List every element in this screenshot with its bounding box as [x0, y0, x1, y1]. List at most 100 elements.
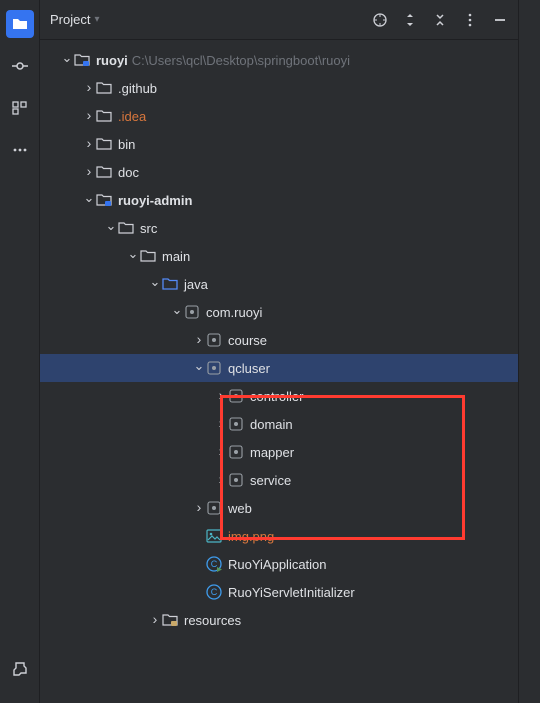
chevron-right-icon[interactable]: › [82, 163, 96, 179]
expand-all-icon[interactable] [402, 12, 418, 28]
package-service[interactable]: › service [40, 466, 518, 494]
panel-title[interactable]: Project ▾ [50, 12, 100, 27]
tree-item-label: java [184, 277, 208, 292]
build-tool-icon[interactable] [6, 655, 34, 683]
project-root[interactable]: ⌄ ruoyi C:\Users\qcl\Desktop\springboot\r… [40, 46, 518, 74]
tree-item-label: mapper [250, 445, 294, 460]
folder-idea[interactable]: › .idea [40, 102, 518, 130]
chevron-right-icon[interactable]: › [82, 79, 96, 95]
tree-item-label: ruoyi [96, 53, 128, 68]
chevron-right-icon[interactable]: › [192, 499, 206, 515]
hide-panel-icon[interactable] [492, 12, 508, 28]
folder-root-icon [74, 52, 90, 68]
class-run-icon [206, 556, 222, 572]
class-icon [206, 584, 222, 600]
project-panel: Project ▾ ⌄ ruoyi C:\Users\qcl\Desktop\sp… [40, 0, 518, 703]
image-icon [206, 528, 222, 544]
commit-tool-icon[interactable] [6, 52, 34, 80]
folder-resources[interactable]: › resources [40, 606, 518, 634]
package-web[interactable]: › web [40, 494, 518, 522]
tree-item-label: .idea [118, 109, 146, 124]
tree-item-label: RuoYiApplication [228, 557, 327, 572]
folder-bin[interactable]: › bin [40, 130, 518, 158]
chevron-right-icon[interactable]: › [82, 135, 96, 151]
package-mapper[interactable]: › mapper [40, 438, 518, 466]
chevron-right-icon[interactable]: › [214, 471, 228, 487]
chevron-right-icon[interactable]: › [214, 415, 228, 431]
package-icon [206, 500, 222, 516]
chevron-right-icon[interactable]: › [82, 107, 96, 123]
tree-item-label: resources [184, 613, 241, 628]
chevron-right-icon[interactable]: › [192, 331, 206, 347]
folder-source-icon [162, 276, 178, 292]
tree-item-label: ruoyi-admin [118, 193, 192, 208]
folder-resources-icon [162, 612, 178, 628]
tree-item-label: img.png [228, 529, 274, 544]
tree-item-label: controller [250, 389, 303, 404]
chevron-down-icon: ▾ [94, 14, 99, 25]
folder-icon [96, 164, 112, 180]
folder-module-icon [96, 192, 112, 208]
chevron-down-icon[interactable]: ⌄ [148, 274, 162, 290]
file-img-png[interactable]: img.png [40, 522, 518, 550]
chevron-down-icon[interactable]: ⌄ [60, 50, 74, 66]
chevron-down-icon[interactable]: ⌄ [104, 218, 118, 234]
select-opened-file-icon[interactable] [372, 12, 388, 28]
chevron-right-icon[interactable]: › [214, 443, 228, 459]
more-tool-icon[interactable] [6, 136, 34, 164]
tree-item-label: bin [118, 137, 135, 152]
package-icon [206, 332, 222, 348]
chevron-right-icon[interactable]: › [214, 387, 228, 403]
package-icon [228, 444, 244, 460]
chevron-down-icon[interactable]: ⌄ [192, 358, 206, 374]
folder-icon [96, 80, 112, 96]
package-controller[interactable]: › controller [40, 382, 518, 410]
package-icon [206, 360, 222, 376]
chevron-down-icon[interactable]: ⌄ [126, 246, 140, 262]
folder-doc[interactable]: › doc [40, 158, 518, 186]
folder-icon [118, 220, 134, 236]
package-icon [228, 416, 244, 432]
package-icon [228, 472, 244, 488]
tree-item-label: com.ruoyi [206, 305, 262, 320]
collapse-all-icon[interactable] [432, 12, 448, 28]
folder-icon [140, 248, 156, 264]
panel-title-text: Project [50, 12, 90, 27]
package-course[interactable]: › course [40, 326, 518, 354]
folder-main[interactable]: ⌄ main [40, 242, 518, 270]
tree-item-label: src [140, 221, 157, 236]
tree-item-label: doc [118, 165, 139, 180]
package-domain[interactable]: › domain [40, 410, 518, 438]
chevron-down-icon[interactable]: ⌄ [170, 302, 184, 318]
tree-item-path: C:\Users\qcl\Desktop\springboot\ruoyi [132, 53, 350, 68]
left-tool-rail [0, 0, 40, 703]
class-ruoyi-application[interactable]: RuoYiApplication [40, 550, 518, 578]
tree-item-label: qcluser [228, 361, 270, 376]
project-tree[interactable]: ⌄ ruoyi C:\Users\qcl\Desktop\springboot\r… [40, 40, 518, 634]
package-com-ruoyi[interactable]: ⌄ com.ruoyi [40, 298, 518, 326]
right-gutter [518, 0, 540, 703]
panel-header: Project ▾ [40, 0, 518, 40]
folder-icon [96, 108, 112, 124]
chevron-right-icon[interactable]: › [148, 611, 162, 627]
tree-item-label: domain [250, 417, 293, 432]
folder-github[interactable]: › .github [40, 74, 518, 102]
class-ruoyi-servlet-initializer[interactable]: RuoYiServletInitializer [40, 578, 518, 606]
structure-tool-icon[interactable] [6, 94, 34, 122]
tree-item-label: .github [118, 81, 157, 96]
folder-src[interactable]: ⌄ src [40, 214, 518, 242]
package-icon [228, 388, 244, 404]
tree-item-label: web [228, 501, 252, 516]
tree-item-label: course [228, 333, 267, 348]
tree-item-label: RuoYiServletInitializer [228, 585, 355, 600]
folder-java[interactable]: ⌄ java [40, 270, 518, 298]
package-qcluser[interactable]: ⌄ qcluser [40, 354, 518, 382]
tree-item-label: main [162, 249, 190, 264]
panel-options-icon[interactable] [462, 12, 478, 28]
package-icon [184, 304, 200, 320]
tree-item-label: service [250, 473, 291, 488]
folder-icon [96, 136, 112, 152]
project-tool-icon[interactable] [6, 10, 34, 38]
module-ruoyi-admin[interactable]: ⌄ ruoyi-admin [40, 186, 518, 214]
chevron-down-icon[interactable]: ⌄ [82, 190, 96, 206]
